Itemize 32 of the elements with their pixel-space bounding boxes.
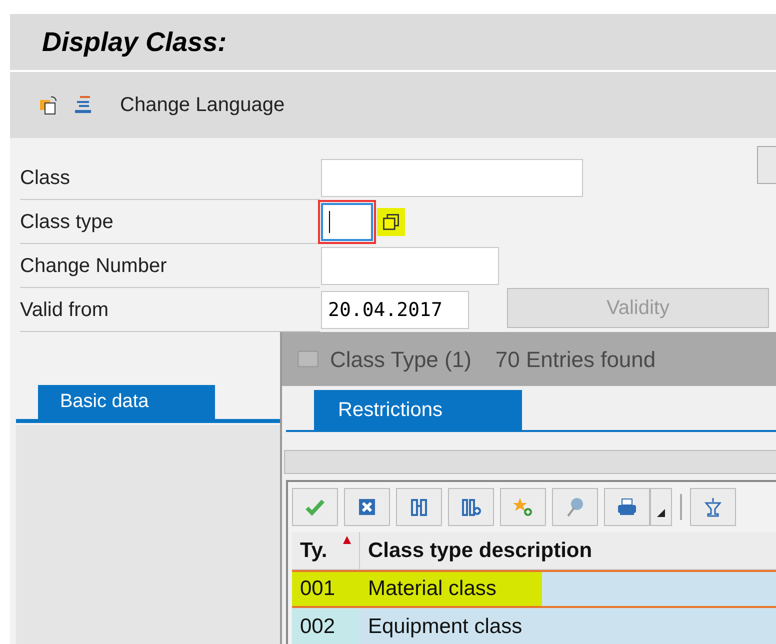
entries-count: 70 Entries found [495, 346, 656, 374]
cancel-icon [356, 496, 378, 518]
caret-icon [657, 509, 665, 517]
value-help-button[interactable] [377, 208, 405, 236]
field-label: Change Number [20, 254, 168, 278]
table-cell: Material class [360, 572, 542, 606]
field-label: Valid from [20, 298, 110, 322]
dropdown-button[interactable] [650, 488, 672, 526]
tab[interactable]: Basic data [38, 385, 215, 419]
dialog-title: Class Type (1) [330, 346, 472, 374]
table-cell: 002 [292, 608, 360, 644]
star-plus-icon [512, 496, 534, 518]
field-label: Class type [20, 210, 114, 234]
column-header[interactable]: Ty. [292, 532, 360, 569]
hierarchy-icon [72, 94, 94, 116]
printer-icon [616, 496, 638, 518]
input-field[interactable]: 20.04.2017 [321, 291, 469, 329]
table-cell: 001 [292, 572, 360, 606]
filter-icon [702, 496, 724, 518]
input-field[interactable] [321, 159, 583, 197]
tab[interactable]: Restrictions [314, 390, 522, 430]
input-field[interactable] [321, 247, 499, 285]
table-row[interactable]: 001 Material class [292, 570, 776, 608]
input-field[interactable] [321, 203, 373, 241]
table-cell-text: Equipment class [367, 614, 524, 640]
table-row[interactable]: 002 Equipment class [292, 608, 776, 644]
sort-arrow-icon [341, 536, 353, 544]
change-language-button[interactable]: Change Language [120, 90, 285, 120]
copy-squares-icon [381, 212, 401, 232]
column-header[interactable]: Class type description [360, 532, 776, 569]
window-title: Display Class: [42, 26, 227, 59]
field-label: Class [20, 166, 72, 190]
